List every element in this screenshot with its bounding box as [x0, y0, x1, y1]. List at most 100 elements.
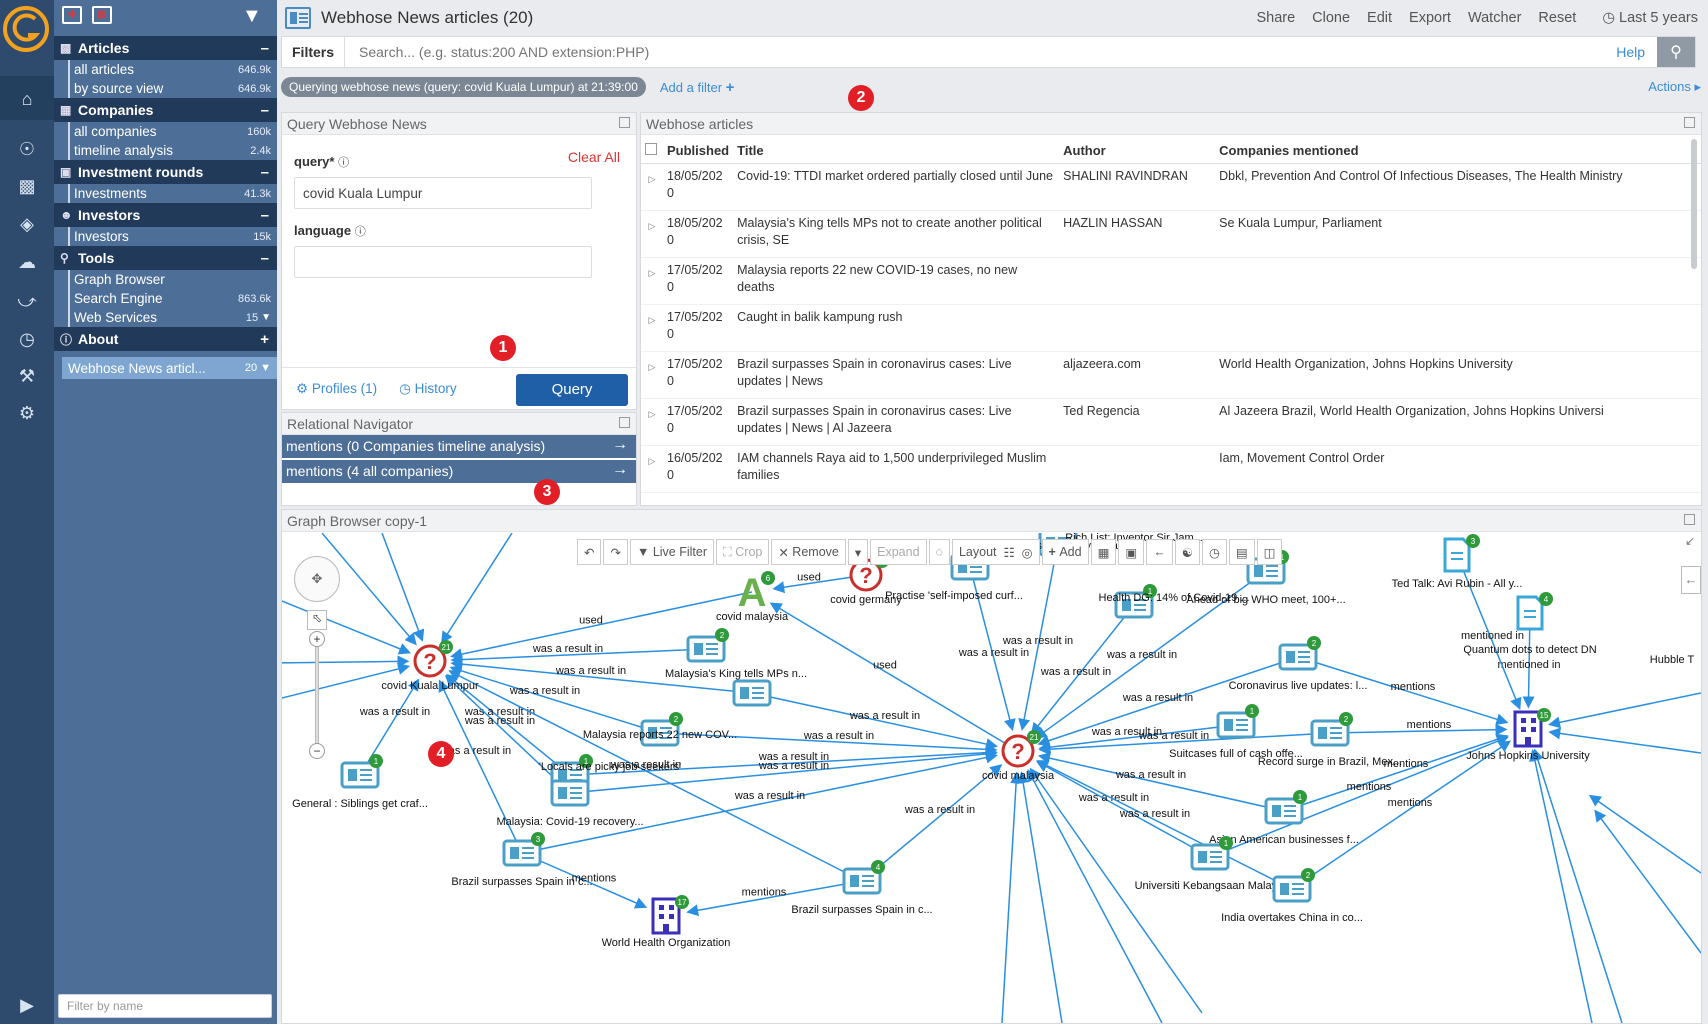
back-arrow-icon[interactable]: ←: [1146, 539, 1173, 565]
folder-icon[interactable]: ◫: [1256, 539, 1283, 565]
compass-icon[interactable]: ☉: [15, 137, 39, 161]
nav-section-4[interactable]: ⚲ Tools –: [54, 246, 277, 270]
graph-node-news[interactable]: 4 Brazil surpasses Spain in c...: [791, 860, 933, 916]
remove-button[interactable]: ✕ Remove: [771, 539, 846, 565]
table-row[interactable]: ▷ 17/05/202 0 Caught in balik kampung rush: [641, 304, 1701, 352]
graph-canvas[interactable]: was a result inwas a result inwas a resu…: [282, 533, 1701, 1024]
toggle-icon[interactable]: –: [261, 40, 269, 57]
graph-node-news[interactable]: 1 General : Siblings get craf...: [292, 754, 428, 810]
col-author[interactable]: Author: [1059, 135, 1216, 164]
expand-icon[interactable]: [619, 417, 630, 428]
query-chip[interactable]: Querying webhose news (query: covid Kual…: [281, 77, 646, 97]
language-input[interactable]: [294, 246, 592, 278]
live-filter-button[interactable]: ▼ Live Filter: [629, 539, 715, 565]
undo-button[interactable]: ↶: [577, 539, 602, 565]
relational-row-companies[interactable]: mentions (4 all companies): [282, 460, 636, 483]
edit-button[interactable]: Edit: [1367, 10, 1392, 26]
bar-chart-icon[interactable]: ▩: [15, 174, 39, 198]
layout-button[interactable]: Layout ☷ ◎: [951, 539, 1040, 565]
toggle-icon[interactable]: –: [261, 250, 269, 267]
side-panel-toggle[interactable]: ←: [1681, 566, 1701, 594]
nav-item[interactable]: timeline analysis 2.4k: [70, 141, 277, 160]
nav-section-2[interactable]: ▣ Investment rounds –: [54, 160, 277, 184]
nav-selected-item[interactable]: Webhose News articl... 20 ▼: [62, 357, 277, 379]
relational-row-timeline[interactable]: mentions (0 Companies timeline analysis): [282, 435, 636, 458]
expand-button[interactable]: Expand: [870, 539, 927, 565]
timeline-icon[interactable]: ◷: [1201, 539, 1227, 565]
nav-item[interactable]: Search Engine 863.6k: [70, 289, 277, 308]
crane-icon[interactable]: ⤻: [15, 289, 39, 313]
watcher-button[interactable]: Watcher: [1468, 10, 1521, 26]
add-filter-link[interactable]: Add a filter +: [660, 79, 735, 96]
wrench-icon[interactable]: ⚒: [15, 364, 39, 388]
nav-item[interactable]: all companies 160k: [70, 122, 277, 141]
col-title[interactable]: Title: [733, 135, 1060, 164]
screen-icon[interactable]: ▣: [1118, 539, 1145, 565]
gear-icon[interactable]: ⚙: [15, 401, 39, 425]
graph-node-text[interactable]: Hubble T: [1650, 654, 1695, 666]
expand-row-icon[interactable]: ▷: [641, 257, 663, 305]
nav-item[interactable]: Graph Browser: [70, 270, 277, 289]
alarm-icon[interactable]: ◷: [15, 327, 39, 351]
nav-item[interactable]: Investors 15k: [70, 227, 277, 246]
zoom-slider[interactable]: [315, 634, 319, 744]
graph-node-news[interactable]: 3 Brazil surpasses Spain in c...: [451, 832, 593, 888]
help-link[interactable]: Help: [1604, 44, 1657, 60]
table-row[interactable]: ▷ 17/05/202 0 Brazil surpasses Spain in co…: [641, 398, 1701, 446]
expand-icon[interactable]: [619, 117, 630, 128]
bulb-icon[interactable]: ◌: [928, 539, 950, 565]
expand-row-icon[interactable]: ▷: [641, 210, 663, 258]
nav-filter-input[interactable]: Filter by name: [58, 994, 272, 1018]
expand-row-icon[interactable]: ▷: [641, 398, 663, 446]
nav-item[interactable]: Investments 41.3k: [70, 184, 277, 203]
pan-control[interactable]: ✥: [294, 556, 340, 602]
filter-reset-icon[interactable]: ▼: [242, 5, 262, 28]
graph-node-doc[interactable]: 3 Ted Talk: Avi Rubin - All y...: [1392, 534, 1523, 590]
nav-section-3[interactable]: ☻ Investors –: [54, 203, 277, 227]
collapse-icon[interactable]: ↙: [1685, 534, 1695, 548]
expand-icon[interactable]: [1684, 117, 1695, 128]
zoom-in-icon[interactable]: +: [309, 631, 325, 647]
actions-link[interactable]: Actions ▸: [1648, 79, 1701, 95]
select-all-checkbox[interactable]: [641, 135, 663, 164]
graph-node-news[interactable]: 2 Coronavirus live updates: l...: [1229, 636, 1368, 692]
toggle-icon[interactable]: –: [261, 164, 269, 181]
nav-section-5[interactable]: ⓘ About +: [54, 327, 277, 351]
clear-all-link[interactable]: Clear All: [568, 149, 620, 165]
new-visualization-icon[interactable]: ▩: [92, 6, 112, 24]
articles-scrollbar[interactable]: [1691, 139, 1697, 269]
table-row[interactable]: ▷ 17/05/202 0 Brazil surpasses Spain in co…: [641, 351, 1701, 399]
graph-node-news[interactable]: 2 India overtakes China in co...: [1221, 868, 1363, 924]
graph-node-doc[interactable]: 4 Quantum dots to detect DN: [1463, 592, 1597, 656]
reset-button[interactable]: Reset: [1538, 10, 1576, 26]
expand-row-icon[interactable]: ▷: [641, 351, 663, 399]
nav-section-0[interactable]: ▩ Articles –: [54, 36, 277, 60]
remove-dropdown[interactable]: ▾: [847, 539, 869, 565]
col-companies[interactable]: Companies mentioned: [1215, 135, 1701, 164]
add-button[interactable]: + Add: [1041, 539, 1089, 565]
table-row[interactable]: ▷ 18/05/202 0 Malaysia's King tells MPs no…: [641, 210, 1701, 258]
image-icon[interactable]: ▦: [1090, 539, 1117, 565]
nav-section-1[interactable]: ▦ Companies –: [54, 98, 277, 122]
graph-node-news[interactable]: 1Asian American businesses f...: [1209, 790, 1359, 846]
table-row[interactable]: ▷ 17/05/202 0 Malaysia reports 22 new COVI…: [641, 257, 1701, 305]
col-published[interactable]: Published: [663, 135, 734, 164]
search-button[interactable]: ⚲: [1657, 37, 1695, 67]
home-icon[interactable]: ⌂: [15, 87, 39, 111]
mask-icon[interactable]: ◈: [15, 212, 39, 236]
export-button[interactable]: Export: [1409, 10, 1451, 26]
nav-item[interactable]: Web Services 15 ▼: [70, 308, 277, 327]
clone-button[interactable]: Clone: [1312, 10, 1350, 26]
table-row[interactable]: ▷ 18/05/202 0 Covid-19: TTDI market ordere…: [641, 163, 1701, 211]
query-button[interactable]: Query: [516, 374, 628, 406]
share-button[interactable]: Share: [1256, 10, 1295, 26]
profiles-link[interactable]: ⚙ Profiles (1): [296, 381, 377, 397]
expand-row-icon[interactable]: ▷: [641, 304, 663, 352]
time-range-button[interactable]: ◷ Last 5 years: [1602, 10, 1698, 26]
expand-icon[interactable]: [1684, 514, 1695, 525]
redo-button[interactable]: ↷: [603, 539, 628, 565]
select-tool-icon[interactable]: ⬁: [307, 610, 327, 630]
globe-icon[interactable]: ☯: [1174, 539, 1200, 565]
toggle-icon[interactable]: +: [260, 331, 269, 348]
graph-node-org[interactable]: 17 World Health Organization: [602, 895, 731, 949]
